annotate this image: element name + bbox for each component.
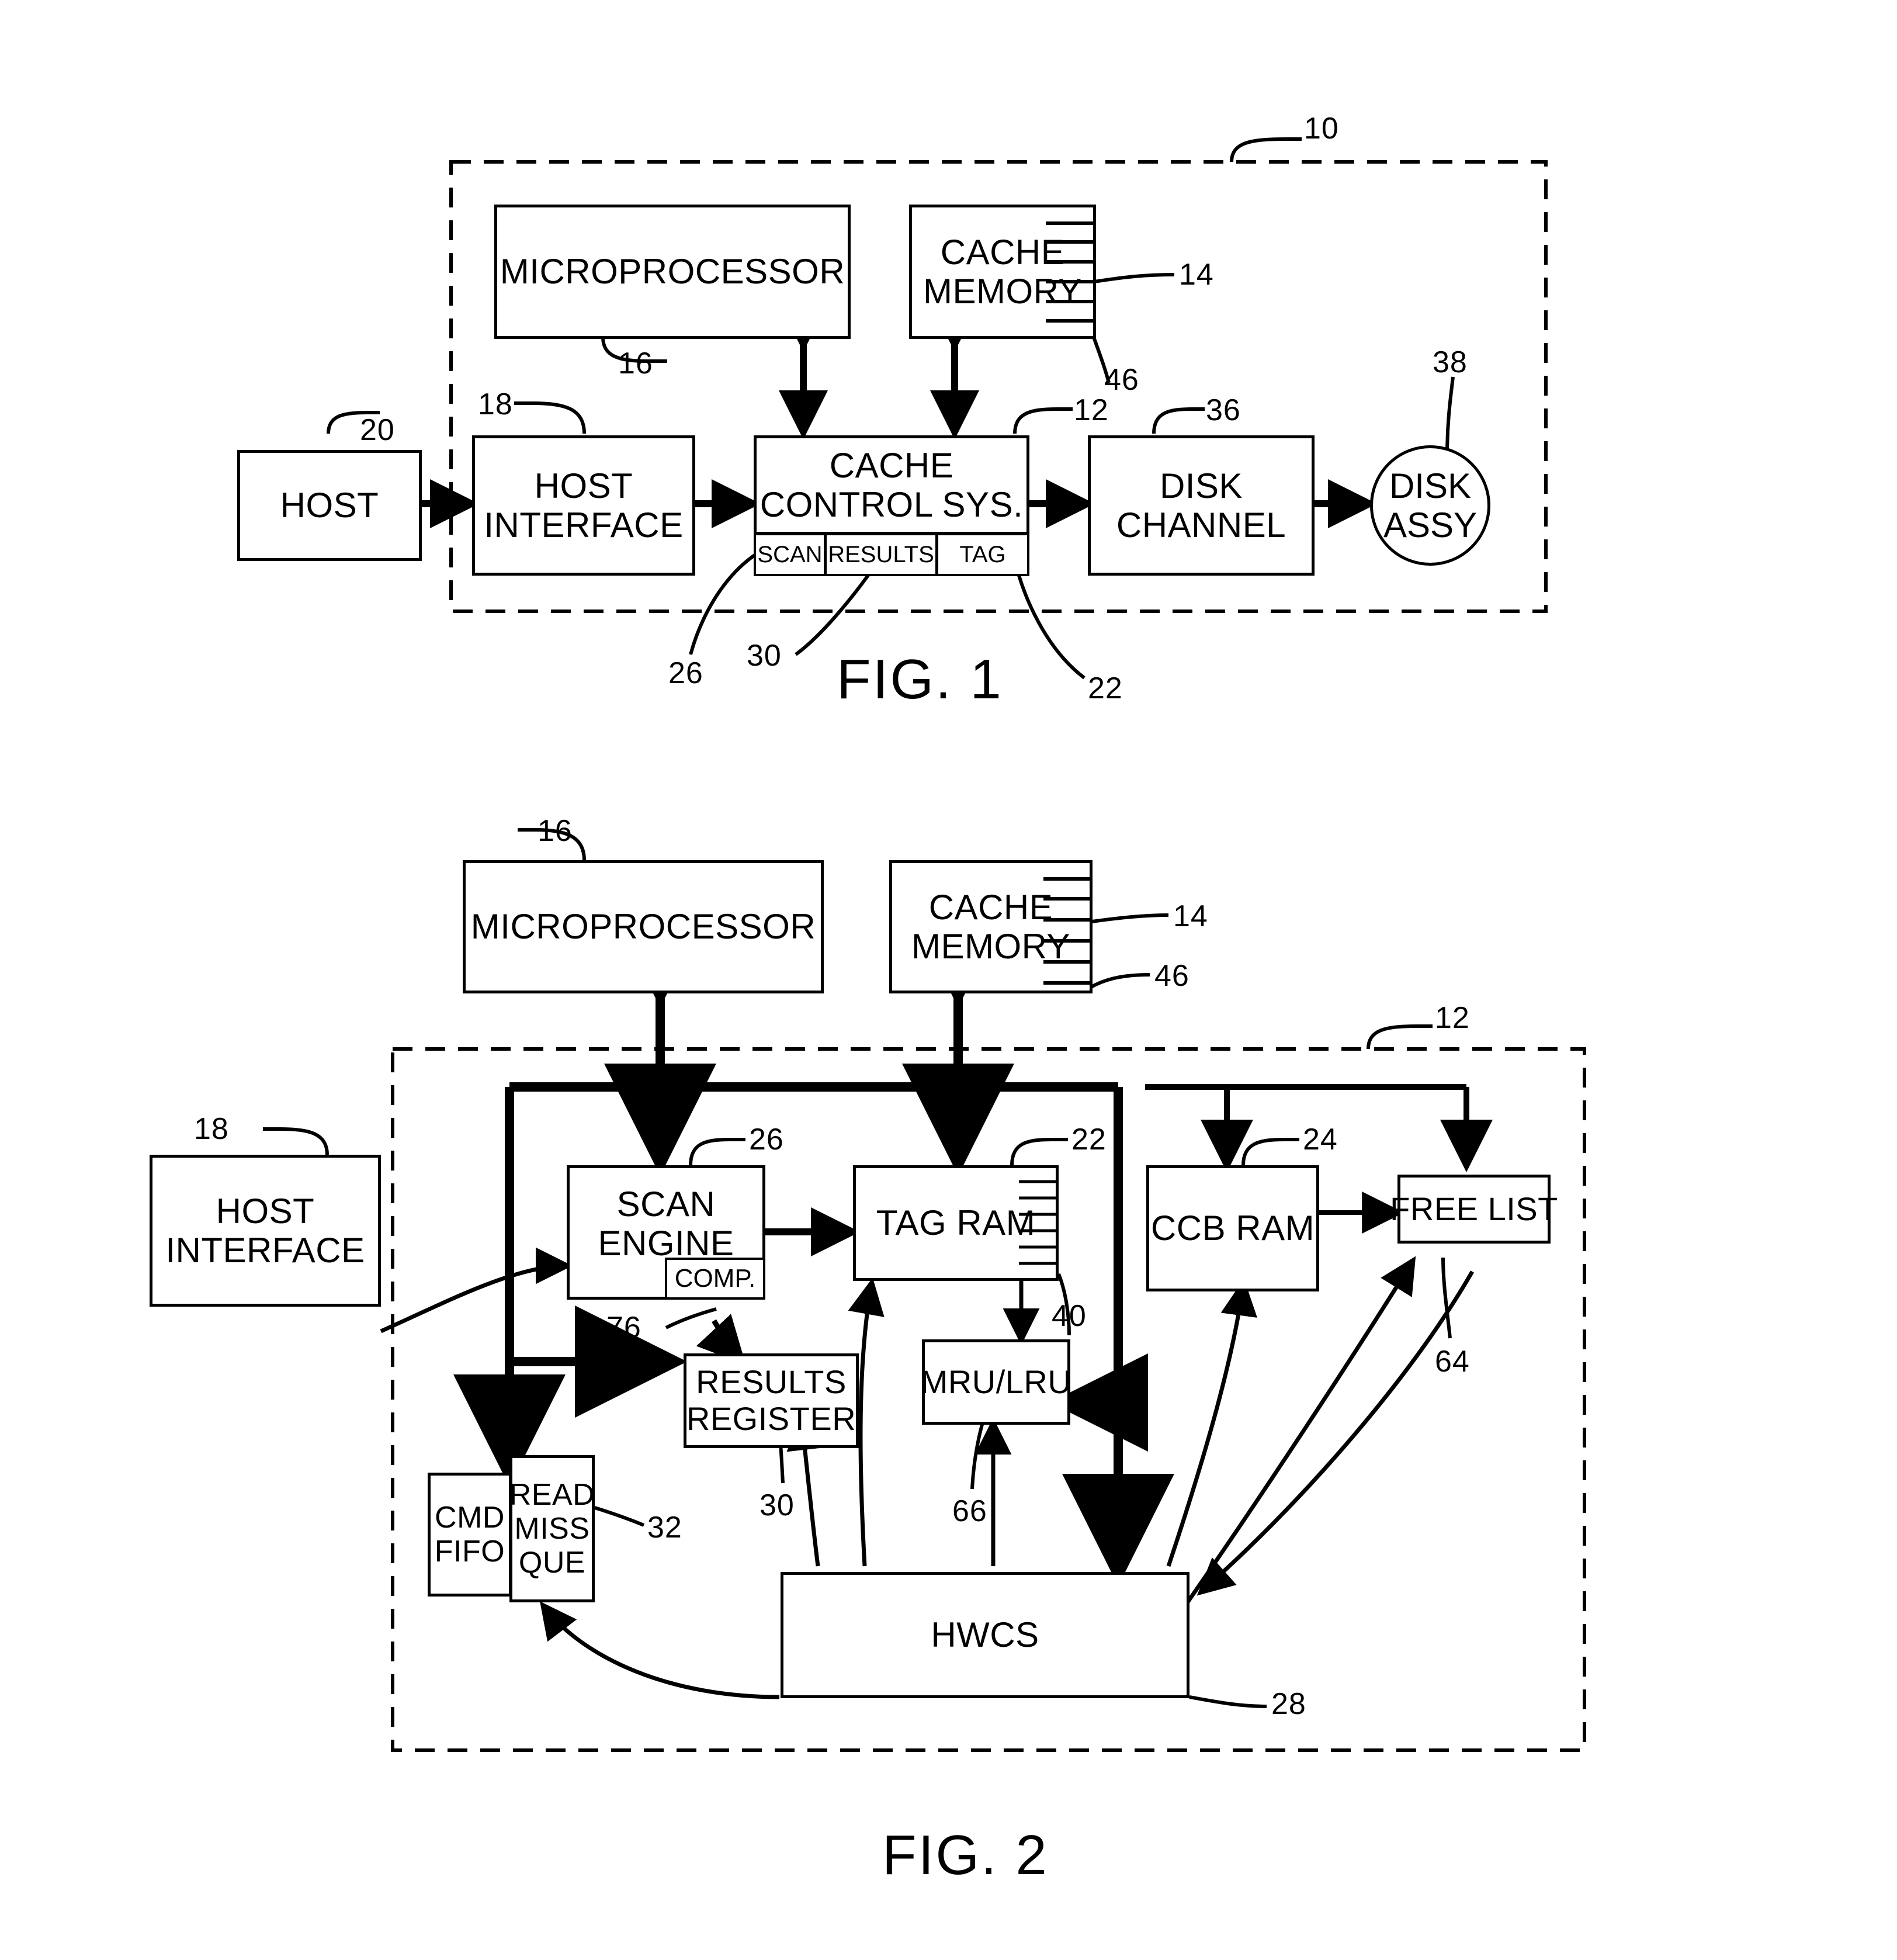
fig2-mru-lru-label: MRU/LRU [920,1363,1072,1400]
patent-drawing-sheet: MICROPROCESSOR CACHE MEMORY HOST HOST IN… [0,0,1897,1960]
fig2-ref-18: 18 [194,1112,229,1146]
fig2-free-list-block: FREE LIST [1390,1175,1558,1244]
fig2-hwcs-block: HWCS [781,1572,1189,1698]
fig2-read-miss-que-label-1: READ [509,1477,595,1512]
fig2-read-miss-que-label-3: QUE [518,1546,586,1580]
fig2-hwcs-label: HWCS [931,1615,1039,1655]
fig2-results-register-label-2: REGISTER [686,1400,856,1437]
fig2-results-register-block: RESULTS REGISTER [684,1353,859,1448]
fig2-results-register-label-1: RESULTS [696,1363,847,1401]
fig2-cmd-fifo-label-2: FIFO [434,1535,505,1568]
fig2-cmd-fifo-label-1: CMD [435,1500,505,1535]
fig2-ref-16: 16 [537,814,573,848]
fig2-ref-24: 24 [1303,1123,1338,1156]
fig2-caption: FIG. 2 [882,1824,1049,1886]
fig2-ref-14: 14 [1173,899,1208,933]
fig2-read-miss-que-block: READ MISS QUE [509,1455,595,1602]
fig2-mru-lru-block: MRU/LRU [920,1339,1072,1425]
fig2-ref-66: 66 [952,1494,987,1528]
fig2-read-miss-que-label-2: MISS [514,1511,590,1546]
fig2-ref-32: 32 [647,1511,682,1545]
fig2-ref-22: 22 [1071,1123,1107,1156]
fig2-ref-12: 12 [1435,1001,1470,1035]
fig2-ref-64: 64 [1435,1345,1470,1379]
fig2-ref-40: 40 [1052,1299,1087,1333]
fig2-ref-26: 26 [749,1123,784,1156]
fig2-cmd-fifo-block: CMD FIFO [428,1473,512,1597]
fig2-ref-30: 30 [760,1488,795,1522]
fig2-ref-46: 46 [1154,959,1189,993]
fig2-ref-28: 28 [1271,1687,1306,1721]
fig2-ccb-ram-label: CCB RAM [1150,1208,1315,1248]
fig2-ccb-ram-block: CCB RAM [1146,1165,1319,1291]
fig2-free-list-label: FREE LIST [1390,1190,1558,1227]
fig2-ref-76: 76 [606,1311,641,1345]
